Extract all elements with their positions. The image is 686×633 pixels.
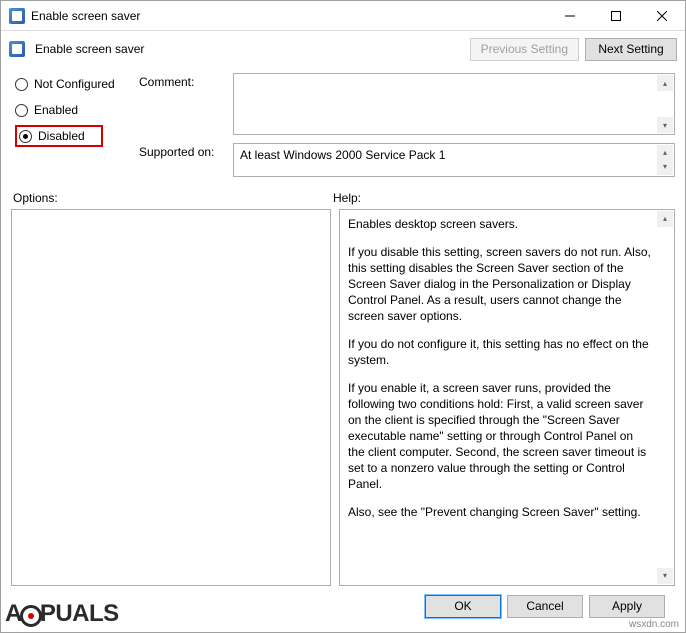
comment-label: Comment: <box>139 73 227 135</box>
state-radio-group: Not Configured Enabled Disabled <box>11 73 129 177</box>
help-paragraph: Also, see the "Prevent changing Screen S… <box>348 504 652 520</box>
options-label: Options: <box>11 191 333 205</box>
upper-section: Not Configured Enabled Disabled Comment:… <box>11 73 675 177</box>
radio-icon <box>19 130 32 143</box>
scroll-up-icon[interactable]: ▴ <box>657 75 673 91</box>
ok-button[interactable]: OK <box>425 595 501 618</box>
window-title: Enable screen saver <box>31 9 547 23</box>
scroll-down-icon[interactable]: ▾ <box>657 159 673 175</box>
radio-enabled[interactable]: Enabled <box>15 99 129 121</box>
dialog-footer: OK Cancel Apply <box>11 586 675 626</box>
comment-textarea[interactable]: ▴ ▾ <box>233 73 675 135</box>
options-pane <box>11 209 331 586</box>
radio-disabled[interactable]: Disabled <box>15 125 103 147</box>
toolbar: Enable screen saver Previous Setting Nex… <box>1 31 685 67</box>
cancel-button[interactable]: Cancel <box>507 595 583 618</box>
section-labels: Options: Help: <box>11 191 675 205</box>
policy-title: Enable screen saver <box>35 42 464 56</box>
previous-setting-button[interactable]: Previous Setting <box>470 38 579 61</box>
scroll-down-icon[interactable]: ▾ <box>657 568 673 584</box>
policy-icon <box>9 41 25 57</box>
title-bar: Enable screen saver <box>1 1 685 31</box>
fields-section: Comment: ▴ ▾ Supported on: At least Wind… <box>139 73 675 177</box>
next-setting-button[interactable]: Next Setting <box>585 38 677 61</box>
supported-value: At least Windows 2000 Service Pack 1 <box>240 148 445 162</box>
comment-row: Comment: ▴ ▾ <box>139 73 675 135</box>
dialog-body: Not Configured Enabled Disabled Comment:… <box>1 67 685 632</box>
help-paragraph: Enables desktop screen savers. <box>348 216 652 232</box>
supported-row: Supported on: At least Windows 2000 Serv… <box>139 143 675 177</box>
apply-button[interactable]: Apply <box>589 595 665 618</box>
dialog-window: Enable screen saver Enable screen saver … <box>0 0 686 633</box>
radio-label: Enabled <box>34 103 78 117</box>
help-paragraph: If you enable it, a screen saver runs, p… <box>348 380 652 492</box>
close-button[interactable] <box>639 1 685 30</box>
maximize-button[interactable] <box>593 1 639 30</box>
radio-label: Disabled <box>38 129 85 143</box>
radio-label: Not Configured <box>34 77 115 91</box>
supported-label: Supported on: <box>139 143 227 177</box>
help-paragraph: If you do not configure it, this setting… <box>348 336 652 368</box>
app-icon <box>9 8 25 24</box>
window-controls <box>547 1 685 30</box>
supported-textarea: At least Windows 2000 Service Pack 1 ▴ ▾ <box>233 143 675 177</box>
scroll-down-icon[interactable]: ▾ <box>657 117 673 133</box>
minimize-button[interactable] <box>547 1 593 30</box>
help-label: Help: <box>333 191 361 205</box>
help-paragraph: If you disable this setting, screen save… <box>348 244 652 324</box>
radio-icon <box>15 78 28 91</box>
radio-not-configured[interactable]: Not Configured <box>15 73 129 95</box>
scroll-up-icon[interactable]: ▴ <box>657 211 673 227</box>
panes: Enables desktop screen savers. If you di… <box>11 209 675 586</box>
help-pane: Enables desktop screen savers. If you di… <box>339 209 675 586</box>
radio-icon <box>15 104 28 117</box>
